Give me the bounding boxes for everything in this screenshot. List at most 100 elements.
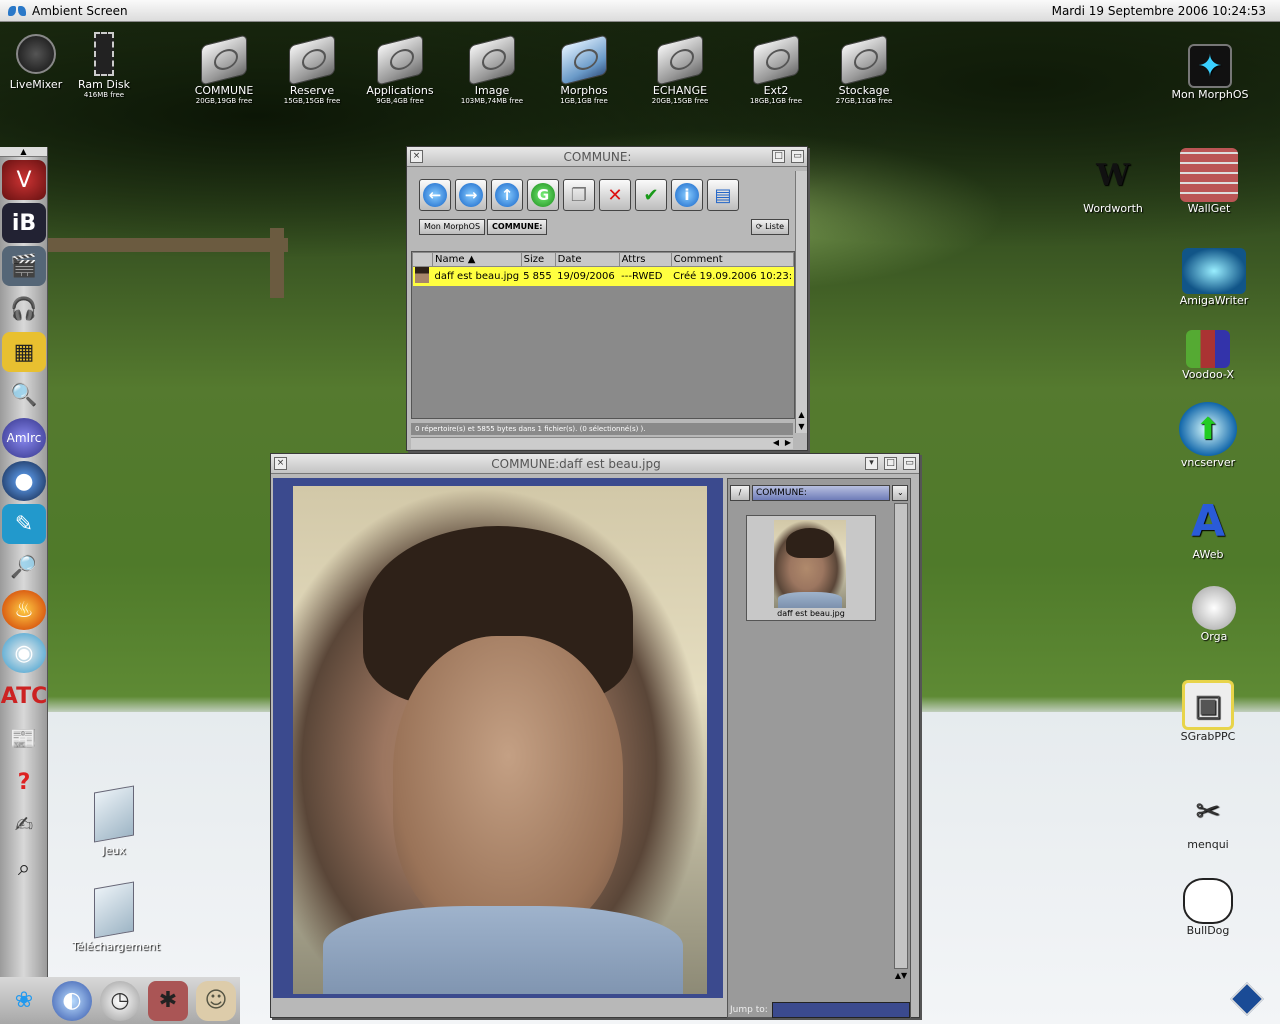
popup-icon[interactable]: ▾ <box>865 457 878 470</box>
scroll-left-icon[interactable]: ◀ <box>773 438 779 447</box>
menu-bar[interactable]: Ambient Screen Mardi 19 Septembre 2006 1… <box>0 0 1280 22</box>
path-button-mon-morphos[interactable]: Mon MorphOS <box>419 219 486 235</box>
desktop-icon-ram-disk[interactable]: Ram Disk 416MB free <box>62 30 146 99</box>
ibrowse-icon[interactable]: iB <box>2 203 46 243</box>
path-button-commune[interactable]: COMMUNE: <box>487 219 548 235</box>
fire-icon[interactable]: ♨ <box>2 590 46 630</box>
scroll-arrows-icon[interactable]: ▲▼ <box>894 971 908 980</box>
column-header-attrs[interactable]: Attrs <box>618 252 672 267</box>
desktop-icon-wallget[interactable]: WallGet <box>1154 148 1264 215</box>
butterfly-icon[interactable]: ❀ <box>4 981 44 1021</box>
path-dropdown-icon[interactable]: ⌄ <box>892 485 908 501</box>
morphos-icon[interactable]: ◐ <box>52 980 92 1021</box>
column-header-comment[interactable]: Comment <box>670 252 795 267</box>
cd-icon[interactable]: ◉ <box>2 633 46 673</box>
path-field[interactable]: COMMUNE: <box>752 485 890 501</box>
desktop-folder-jeux[interactable]: Jeux <box>72 784 156 857</box>
delete-icon[interactable]: ✕ <box>599 179 631 211</box>
desktop-icon-bulldog[interactable]: BullDog <box>1153 878 1263 937</box>
atc-icon[interactable]: ATC <box>1 676 47 716</box>
livemixer-icon <box>12 30 60 78</box>
up-icon[interactable]: ↑ <box>491 179 523 211</box>
desktop-icon-stockage[interactable]: Stockage 27GB,11GB free <box>822 34 906 105</box>
iconify-icon[interactable]: □ <box>772 150 785 163</box>
stopwatch-icon[interactable]: ◷ <box>100 980 140 1021</box>
hard-disk-butterfly-icon <box>560 34 608 86</box>
scroll-up-icon[interactable]: ▲ <box>796 410 807 419</box>
image-viewer-window[interactable]: × COMMUNE:daff est beau.jpg ▾ □ ▭ / COMM… <box>270 453 920 1018</box>
desktop-folder-telechargement[interactable]: Téléchargement <box>72 880 160 953</box>
voyager-icon[interactable]: V <box>2 160 46 200</box>
file-size: 5 855 <box>521 266 556 286</box>
parent-directory-button[interactable]: / <box>730 485 750 501</box>
image-viewer-titlebar[interactable]: × COMMUNE:daff est beau.jpg ▾ □ ▭ <box>271 454 919 474</box>
photo-shirt <box>323 906 683 994</box>
check-icon[interactable]: ✔ <box>635 179 667 211</box>
movie-clapper-icon[interactable]: 🎬 <box>2 246 46 286</box>
thumbnail-scrollbar[interactable] <box>894 503 908 969</box>
file-manager-titlebar[interactable]: × COMMUNE: □ ▭ <box>407 147 807 167</box>
jump-to-input[interactable] <box>771 1002 910 1018</box>
help-icon[interactable]: ? <box>2 762 46 802</box>
depth-icon[interactable]: ▭ <box>791 150 804 163</box>
desktop-icon-reserve[interactable]: Reserve 15GB,15GB free <box>270 34 354 105</box>
desktop-icon-ext2[interactable]: Ext2 18GB,1GB free <box>734 34 818 105</box>
thumbnail-panel: / COMMUNE: ⌄ daff est beau.jpg ▲▼ Jump t… <box>727 478 911 1018</box>
vertical-scrollbar[interactable]: ▲ ▼ <box>795 171 807 433</box>
new-drawer-icon[interactable]: ▤ <box>707 179 739 211</box>
file-name: daff est beau.jpg <box>432 266 522 286</box>
search-girl-icon[interactable]: 🔍 <box>2 375 46 415</box>
scroll-down-icon[interactable]: ▼ <box>796 422 807 431</box>
copy-icon[interactable]: ❐ <box>563 179 595 211</box>
depth-icon[interactable]: ▭ <box>903 457 916 470</box>
close-icon[interactable]: × <box>410 150 423 163</box>
headphones-icon[interactable]: 🎧 <box>2 289 46 329</box>
bottom-dock[interactable]: ❀ ◐ ◷ ✱ ☺ <box>0 977 240 1024</box>
paint-icon[interactable]: ✎ <box>2 504 46 544</box>
desktop-icon-vncserver[interactable]: ⬆ vncserver <box>1153 402 1263 469</box>
info-icon[interactable]: i <box>671 179 703 211</box>
scroll-right-icon[interactable]: ▶ <box>785 438 791 447</box>
desktop-icon-morphos[interactable]: Morphos 1GB,1GB free <box>542 34 626 105</box>
amirc-icon[interactable]: AmIrc <box>2 418 46 458</box>
table-row[interactable]: daff est beau.jpg 5 855 19/09/2006 ---RW… <box>412 266 794 286</box>
view-list-button[interactable]: ⟳ Liste <box>750 219 789 235</box>
horizontal-scrollbar[interactable]: ◀ ▶ <box>411 437 793 449</box>
left-dock[interactable]: ▲ V iB 🎬 🎧 ▦ 🔍 AmIrc ● ✎ 🔎 ♨ ◉ ATC 📰 ? ✍… <box>0 147 48 977</box>
desktop-icon-applications[interactable]: Applications 9GB,4GB free <box>358 34 442 105</box>
file-list[interactable]: Name ▲ Size Date Attrs Comment daff est … <box>411 251 795 419</box>
refresh-icon[interactable]: G <box>527 179 559 211</box>
desktop-icon-orga[interactable]: Orga <box>1159 586 1269 643</box>
spider-icon[interactable]: ✱ <box>148 980 188 1021</box>
desktop-icon-mon-morphos[interactable]: ✦ Mon MorphOS <box>1155 44 1265 101</box>
close-icon[interactable]: × <box>274 457 287 470</box>
desktop-icon-echange[interactable]: ECHANGE 20GB,15GB free <box>638 34 722 105</box>
back-icon[interactable]: ← <box>419 179 451 211</box>
desktop-icon-wordworth[interactable]: W Wordworth <box>1058 148 1168 216</box>
column-header-date[interactable]: Date <box>554 252 620 267</box>
mascot-icon[interactable]: ☺ <box>196 980 236 1021</box>
magnify-icon[interactable]: ⌕ <box>2 848 46 888</box>
desktop-icon-amigawriter[interactable]: AmigaWriter <box>1159 248 1269 307</box>
window-title: COMMUNE:daff est beau.jpg <box>491 456 661 471</box>
desktop-icon-voodoo-x[interactable]: Voodoo-X <box>1153 330 1263 381</box>
desktop-icon-image[interactable]: Image 103MB,74MB free <box>450 34 534 105</box>
reader-icon[interactable]: 📰 <box>2 719 46 759</box>
file-manager-window[interactable]: × COMMUNE: □ ▭ ← → ↑ G ❐ ✕ ✔ i ▤ Mon Mor… <box>406 146 808 451</box>
calendar-icon[interactable]: ▦ <box>2 332 46 372</box>
desktop-icon-sgrabppc[interactable]: ▣ SGrabPPC <box>1153 680 1263 743</box>
morphos-logo-icon[interactable] <box>8 4 26 18</box>
desktop-icon-menqui[interactable]: ✂ menqui <box>1153 784 1263 852</box>
iconify-icon[interactable]: □ <box>884 457 897 470</box>
magnifier-icon[interactable]: 🔎 <box>2 547 46 587</box>
column-header-name[interactable]: Name ▲ <box>432 252 522 267</box>
photo-image[interactable] <box>293 486 707 994</box>
desktop-icon-aweb[interactable]: A AWeb <box>1153 494 1263 562</box>
dock-scroll-up-icon[interactable]: ▲ <box>0 147 47 157</box>
forward-icon[interactable]: → <box>455 179 487 211</box>
globe-icon[interactable]: ● <box>2 461 46 501</box>
desktop-icon-commune[interactable]: COMMUNE 20GB,19GB free <box>182 34 266 105</box>
column-header-size[interactable]: Size <box>520 252 556 267</box>
notepad-icon[interactable]: ✍ <box>2 805 46 845</box>
thumbnail-item[interactable]: daff est beau.jpg <box>746 515 876 621</box>
